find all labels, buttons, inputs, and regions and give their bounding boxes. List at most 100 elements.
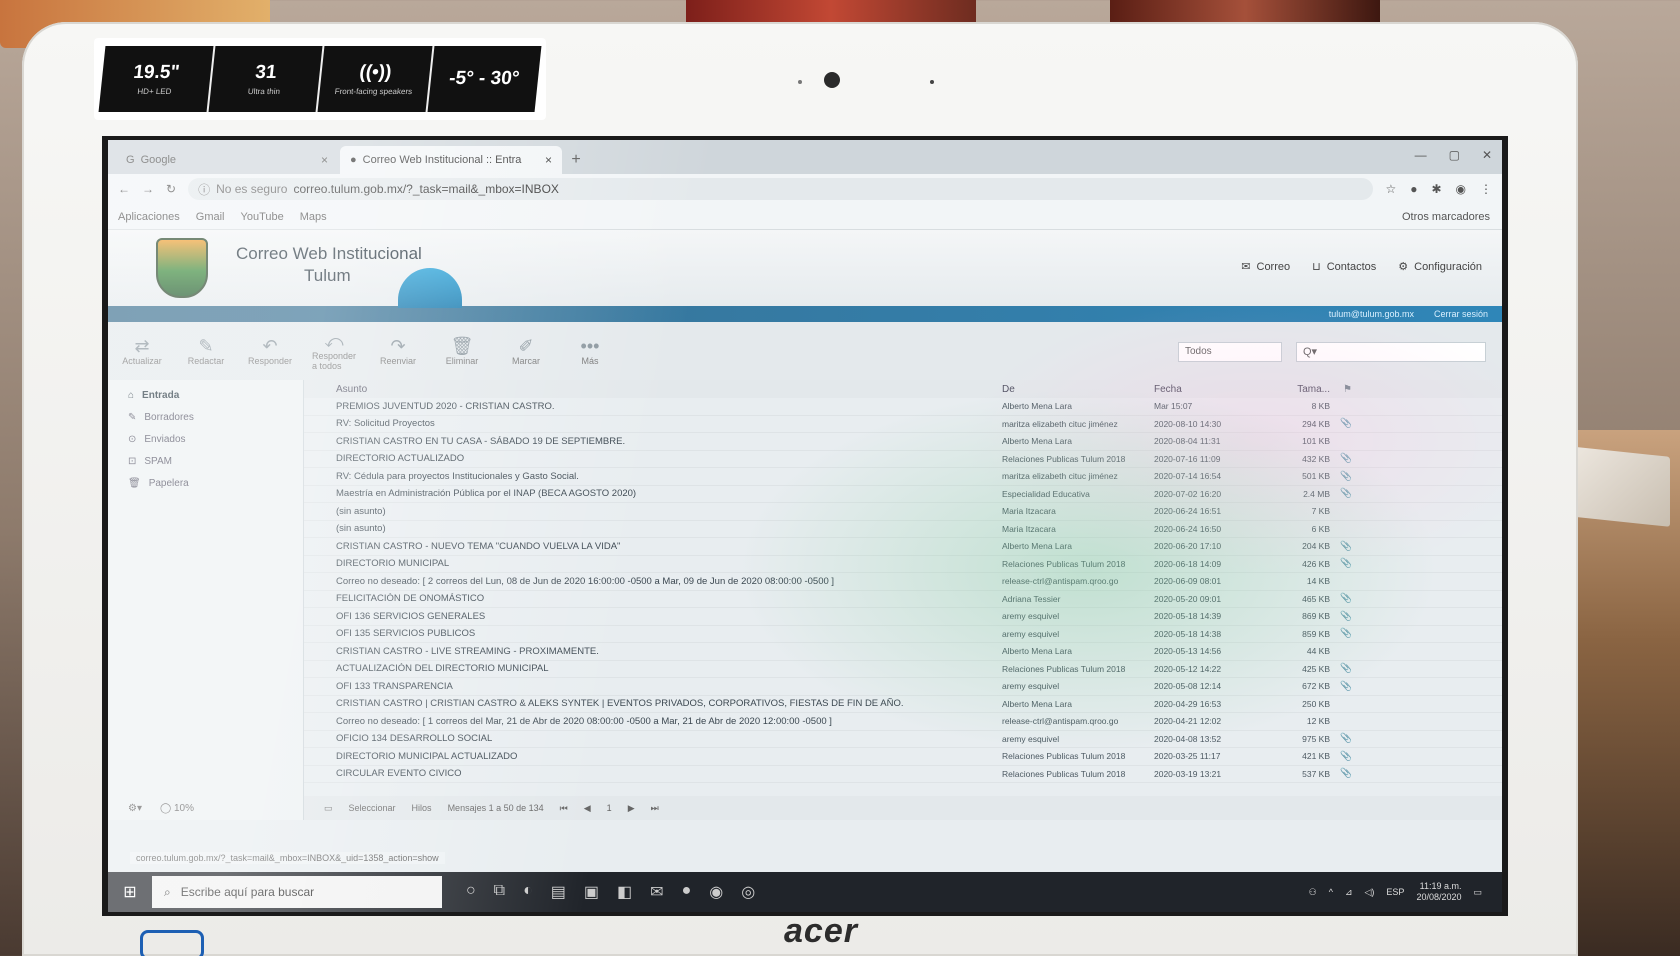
delete-button[interactable]: 🗑 Eliminar	[442, 336, 482, 366]
address-bar[interactable]: ⓘ No es seguro correo.tulum.gob.mx/?_tas…	[188, 178, 1374, 200]
forward-icon[interactable]: →	[142, 182, 154, 196]
table-row[interactable]: CIRCULAR EVENTO CIVICO Relaciones Publica…	[304, 766, 1502, 783]
table-row[interactable]: OFI 136 SERVICIOS GENERALES aremy esquive…	[304, 608, 1502, 626]
table-row[interactable]: Correo no deseado: [ 2 correos del Lun, …	[304, 573, 1502, 591]
table-row[interactable]: Correo no deseado: [ 1 correos del Mar, …	[304, 713, 1502, 731]
clock[interactable]: 11:19 a.m. 20/08/2020	[1416, 881, 1461, 903]
table-row[interactable]: OFICIO 134 DESARROLLO SOCIAL aremy esquiv…	[304, 731, 1502, 748]
nav-settings[interactable]: ⚙ Configuración	[1398, 260, 1482, 274]
reply-button[interactable]: ↶ Responder	[248, 336, 292, 366]
close-icon[interactable]: ×	[545, 153, 552, 167]
row-from: Relaciones Publicas Tulum 2018	[1002, 768, 1126, 779]
word-icon[interactable]: ◧	[617, 882, 632, 902]
firefox-icon[interactable]: ◉	[709, 882, 723, 902]
volume-icon[interactable]: ◁)	[1365, 887, 1375, 898]
table-row[interactable]: CRISTIAN CASTRO - LIVE STREAMING - PROXI…	[304, 643, 1502, 661]
task-view-icon[interactable]: ⧉	[494, 882, 505, 902]
people-icon[interactable]: ⚇	[1309, 887, 1317, 898]
filter-select[interactable]: Todos	[1178, 342, 1282, 362]
search-input[interactable]: Q▾	[1296, 342, 1486, 362]
new-tab-button[interactable]: +	[564, 146, 588, 174]
table-row[interactable]: OFI 135 SERVICIOS PUBLICOS aremy esquivel…	[304, 626, 1502, 643]
mail-app-icon[interactable]: ✉	[650, 882, 663, 902]
folder-spam[interactable]: ⊡ SPAM	[108, 450, 303, 472]
tab-google[interactable]: G Google ×	[116, 146, 338, 174]
col-size[interactable]: Tama...	[1272, 384, 1330, 395]
reload-icon[interactable]: ↻	[166, 182, 176, 196]
table-row[interactable]: CRISTIAN CASTRO | CRISTIAN CASTRO & ALEK…	[304, 696, 1502, 713]
table-row[interactable]: PREMIOS JUVENTUD 2020 - CRISTIAN CASTRO.…	[304, 398, 1502, 416]
compose-button[interactable]: ✎ Redactar	[186, 336, 226, 366]
col-date[interactable]: Fecha	[1154, 384, 1272, 395]
table-row[interactable]: DIRECTORIO MUNICIPAL ACTUALIZADO Relacion…	[304, 748, 1502, 766]
cortana-icon[interactable]: ○	[466, 882, 476, 902]
file-explorer-icon[interactable]: ▤	[551, 882, 566, 902]
table-row[interactable]: CRISTIAN CASTRO - NUEVO TEMA "CUANDO VUE…	[304, 538, 1502, 556]
app-icon[interactable]: ●	[682, 882, 692, 902]
folder-sent[interactable]: ⊙ Enviados	[108, 428, 303, 450]
table-row[interactable]: ACTUALIZACIÓN DEL DIRECTORIO MUNICIPAL Re…	[304, 661, 1502, 678]
table-row[interactable]: Maestría en Administración Pública por e…	[304, 486, 1502, 503]
folder-trash[interactable]: 🗑 Papelera	[108, 472, 303, 494]
table-row[interactable]: RV: Solicitud Proyectos maritza elizabeth…	[304, 416, 1502, 433]
table-row[interactable]: (sin asunto) Maria Itzacara 2020-06-24 16:…	[304, 521, 1502, 538]
extension-icon[interactable]: ●	[1410, 182, 1417, 196]
col-from[interactable]: De	[994, 384, 1154, 395]
col-flags[interactable]: ⚑	[1330, 384, 1358, 395]
notifications-icon[interactable]: ▭	[1473, 887, 1482, 898]
network-icon[interactable]: ⊿	[1345, 887, 1353, 898]
star-icon[interactable]: ☆	[1385, 182, 1396, 196]
tray-chevron-icon[interactable]: ^	[1329, 887, 1333, 897]
mark-button[interactable]: ✐ Marcar	[506, 336, 546, 366]
row-from: Relaciones Publicas Tulum 2018	[1002, 751, 1126, 762]
nav-mail[interactable]: ✉ Correo	[1241, 260, 1290, 274]
next-page-icon[interactable]: ▶	[628, 803, 635, 814]
edge-icon[interactable]: ◐	[523, 882, 533, 902]
reply-all-button[interactable]: ⤺ Responder a todos	[312, 331, 356, 371]
prev-page-icon[interactable]: ◀	[584, 803, 591, 814]
list-options-icon[interactable]: ▭	[324, 803, 333, 814]
nav-contacts[interactable]: ⊔ Contactos	[1312, 260, 1376, 274]
last-page-icon[interactable]: ⏭	[651, 803, 659, 814]
back-icon[interactable]: ←	[118, 182, 130, 196]
folder-drafts[interactable]: ✎ Borradores	[108, 406, 303, 428]
page-number[interactable]: 1	[607, 803, 612, 813]
minimize-icon[interactable]: —	[1415, 148, 1427, 162]
table-row[interactable]: OFI 133 TRANSPARENCIA aremy esquivel 2020-…	[304, 678, 1502, 696]
table-row[interactable]: FELICITACIÓN DE ONOMÁSTICO Adriana Tessie…	[304, 591, 1502, 608]
table-row[interactable]: DIRECTORIO ACTUALIZADO Relaciones Publica…	[304, 451, 1502, 468]
info-icon[interactable]: ⓘ	[198, 181, 210, 198]
folder-inbox[interactable]: ⌂ Entrada	[108, 384, 303, 406]
tab-webmail[interactable]: ● Correo Web Institucional :: Entra ×	[340, 146, 562, 174]
table-row[interactable]: RV: Cédula para proyectos Institucionale…	[304, 468, 1502, 486]
table-row[interactable]: CRISTIAN CASTRO EN TU CASA - SÁBADO 19 D…	[304, 433, 1502, 451]
store-icon[interactable]: ▣	[584, 882, 599, 902]
other-bookmarks[interactable]: Otros marcadores	[1402, 211, 1490, 223]
language-indicator[interactable]: ESP	[1386, 887, 1404, 897]
more-button[interactable]: ••• Más	[570, 336, 610, 366]
bookmark-maps[interactable]: Maps	[300, 211, 327, 223]
chrome-icon[interactable]: ◎	[741, 882, 755, 902]
refresh-button[interactable]: ⇄ Actualizar	[122, 336, 162, 366]
taskbar-search[interactable]: ⌕ Escribe aquí para buscar	[152, 876, 442, 908]
select-menu[interactable]: Seleccionar	[349, 803, 396, 813]
bookmark-gmail[interactable]: Gmail	[196, 211, 225, 223]
account-icon[interactable]: ◉	[1456, 182, 1466, 196]
threads-menu[interactable]: Hilos	[412, 803, 432, 813]
maximize-icon[interactable]: ▢	[1449, 148, 1460, 162]
bookmark-apps[interactable]: Aplicaciones	[118, 211, 180, 223]
close-window-icon[interactable]: ✕	[1482, 148, 1492, 162]
logout-link[interactable]: Cerrar sesión	[1434, 309, 1488, 319]
folder-settings-icon[interactable]: ⚙▾	[128, 803, 142, 814]
bookmark-youtube[interactable]: YouTube	[241, 211, 284, 223]
table-row[interactable]: DIRECTORIO MUNICIPAL Relaciones Publicas …	[304, 556, 1502, 573]
menu-icon[interactable]: ⋮	[1480, 182, 1492, 196]
puzzle-icon[interactable]: ✱	[1431, 182, 1441, 196]
first-page-icon[interactable]: ⏮	[560, 803, 568, 814]
forward-button[interactable]: ↷ Reenviar	[378, 336, 418, 366]
start-button[interactable]: ⊞	[108, 872, 152, 912]
table-row[interactable]: (sin asunto) Maria Itzacara 2020-06-24 16:…	[304, 503, 1502, 521]
wave-logo	[398, 268, 462, 308]
close-icon[interactable]: ×	[321, 153, 328, 167]
col-subject[interactable]: Asunto	[304, 384, 994, 395]
